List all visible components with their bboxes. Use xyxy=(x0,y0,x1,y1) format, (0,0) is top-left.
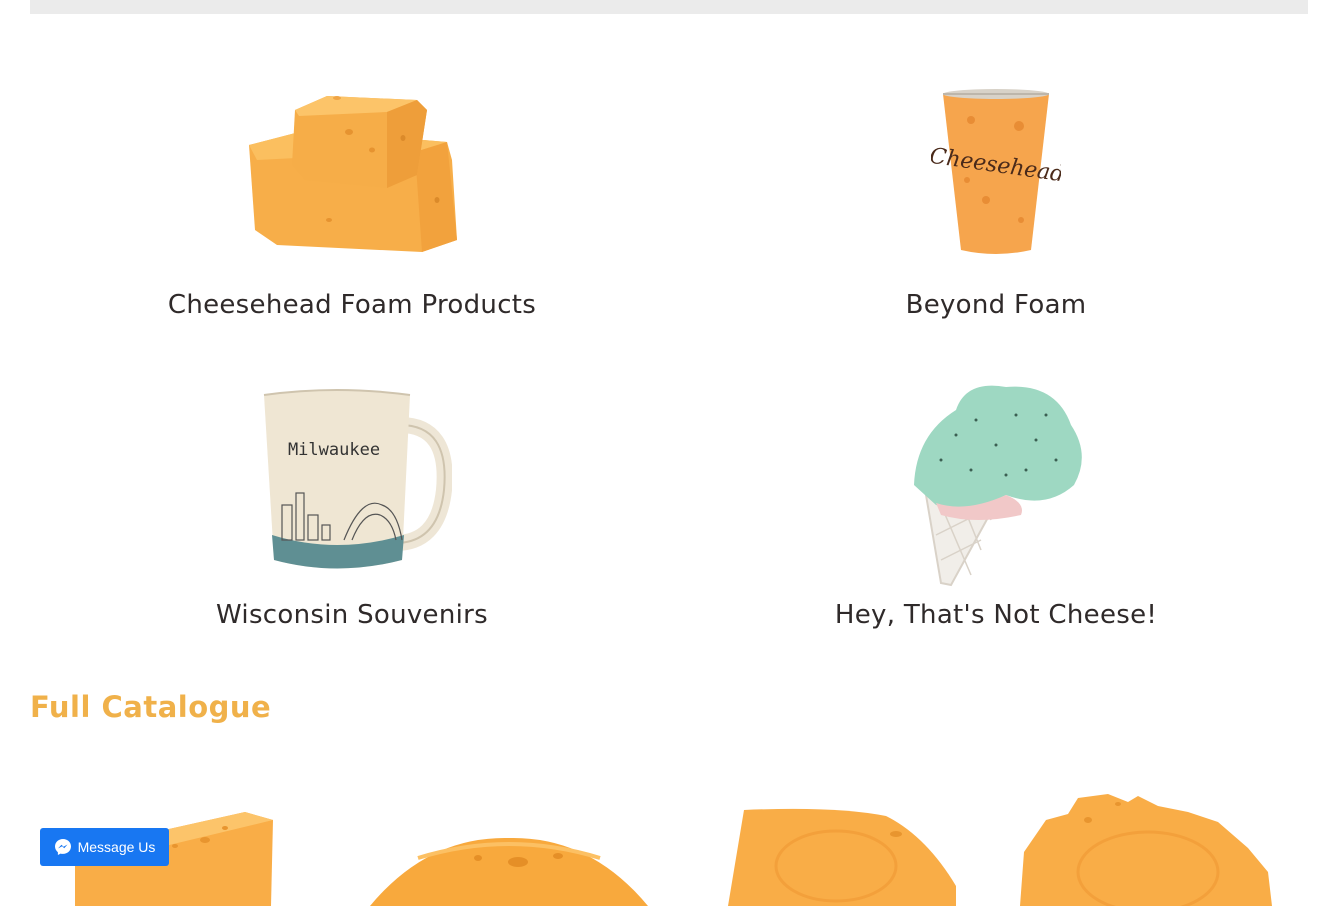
category-wisconsin-souvenirs[interactable]: Milwaukee Wisconsin Souvenirs xyxy=(30,385,674,640)
mug-text: Milwaukee xyxy=(288,440,380,460)
category-label[interactable]: Wisconsin Souvenirs xyxy=(30,600,674,630)
category-beyond-foam[interactable]: Cheesehead Beyond Foam xyxy=(674,80,1318,330)
milwaukee-mug-image[interactable]: Milwaukee xyxy=(252,385,453,580)
category-label[interactable]: Beyond Foam xyxy=(674,290,1318,320)
messenger-icon xyxy=(54,839,71,855)
category-not-cheese[interactable]: Hey, That's Not Cheese! xyxy=(674,375,1318,640)
category-label[interactable]: Hey, That's Not Cheese! xyxy=(674,600,1318,630)
cheese-slice-image xyxy=(728,808,956,906)
top-bar xyxy=(30,0,1308,14)
product-wisconsin-cheese[interactable] xyxy=(1018,792,1274,911)
category-cheesehead-foam[interactable]: Cheesehead Foam Products xyxy=(30,80,674,330)
ice-cream-cone-image[interactable] xyxy=(896,375,1096,590)
cheese-blocks-image[interactable] xyxy=(237,80,467,260)
wisconsin-cheese-image xyxy=(1020,794,1272,911)
messenger-button[interactable]: Message Us xyxy=(40,828,169,866)
messenger-label: Message Us xyxy=(77,839,156,855)
cheese-wheel-image xyxy=(370,837,648,906)
category-label[interactable]: Cheesehead Foam Products xyxy=(30,290,674,320)
product-cheese-slice[interactable] xyxy=(726,806,958,906)
full-catalogue-heading: Full Catalogue xyxy=(30,690,272,724)
cheesehead-cup-image[interactable]: Cheesehead xyxy=(928,80,1066,260)
product-cheese-wheel[interactable] xyxy=(368,836,650,906)
